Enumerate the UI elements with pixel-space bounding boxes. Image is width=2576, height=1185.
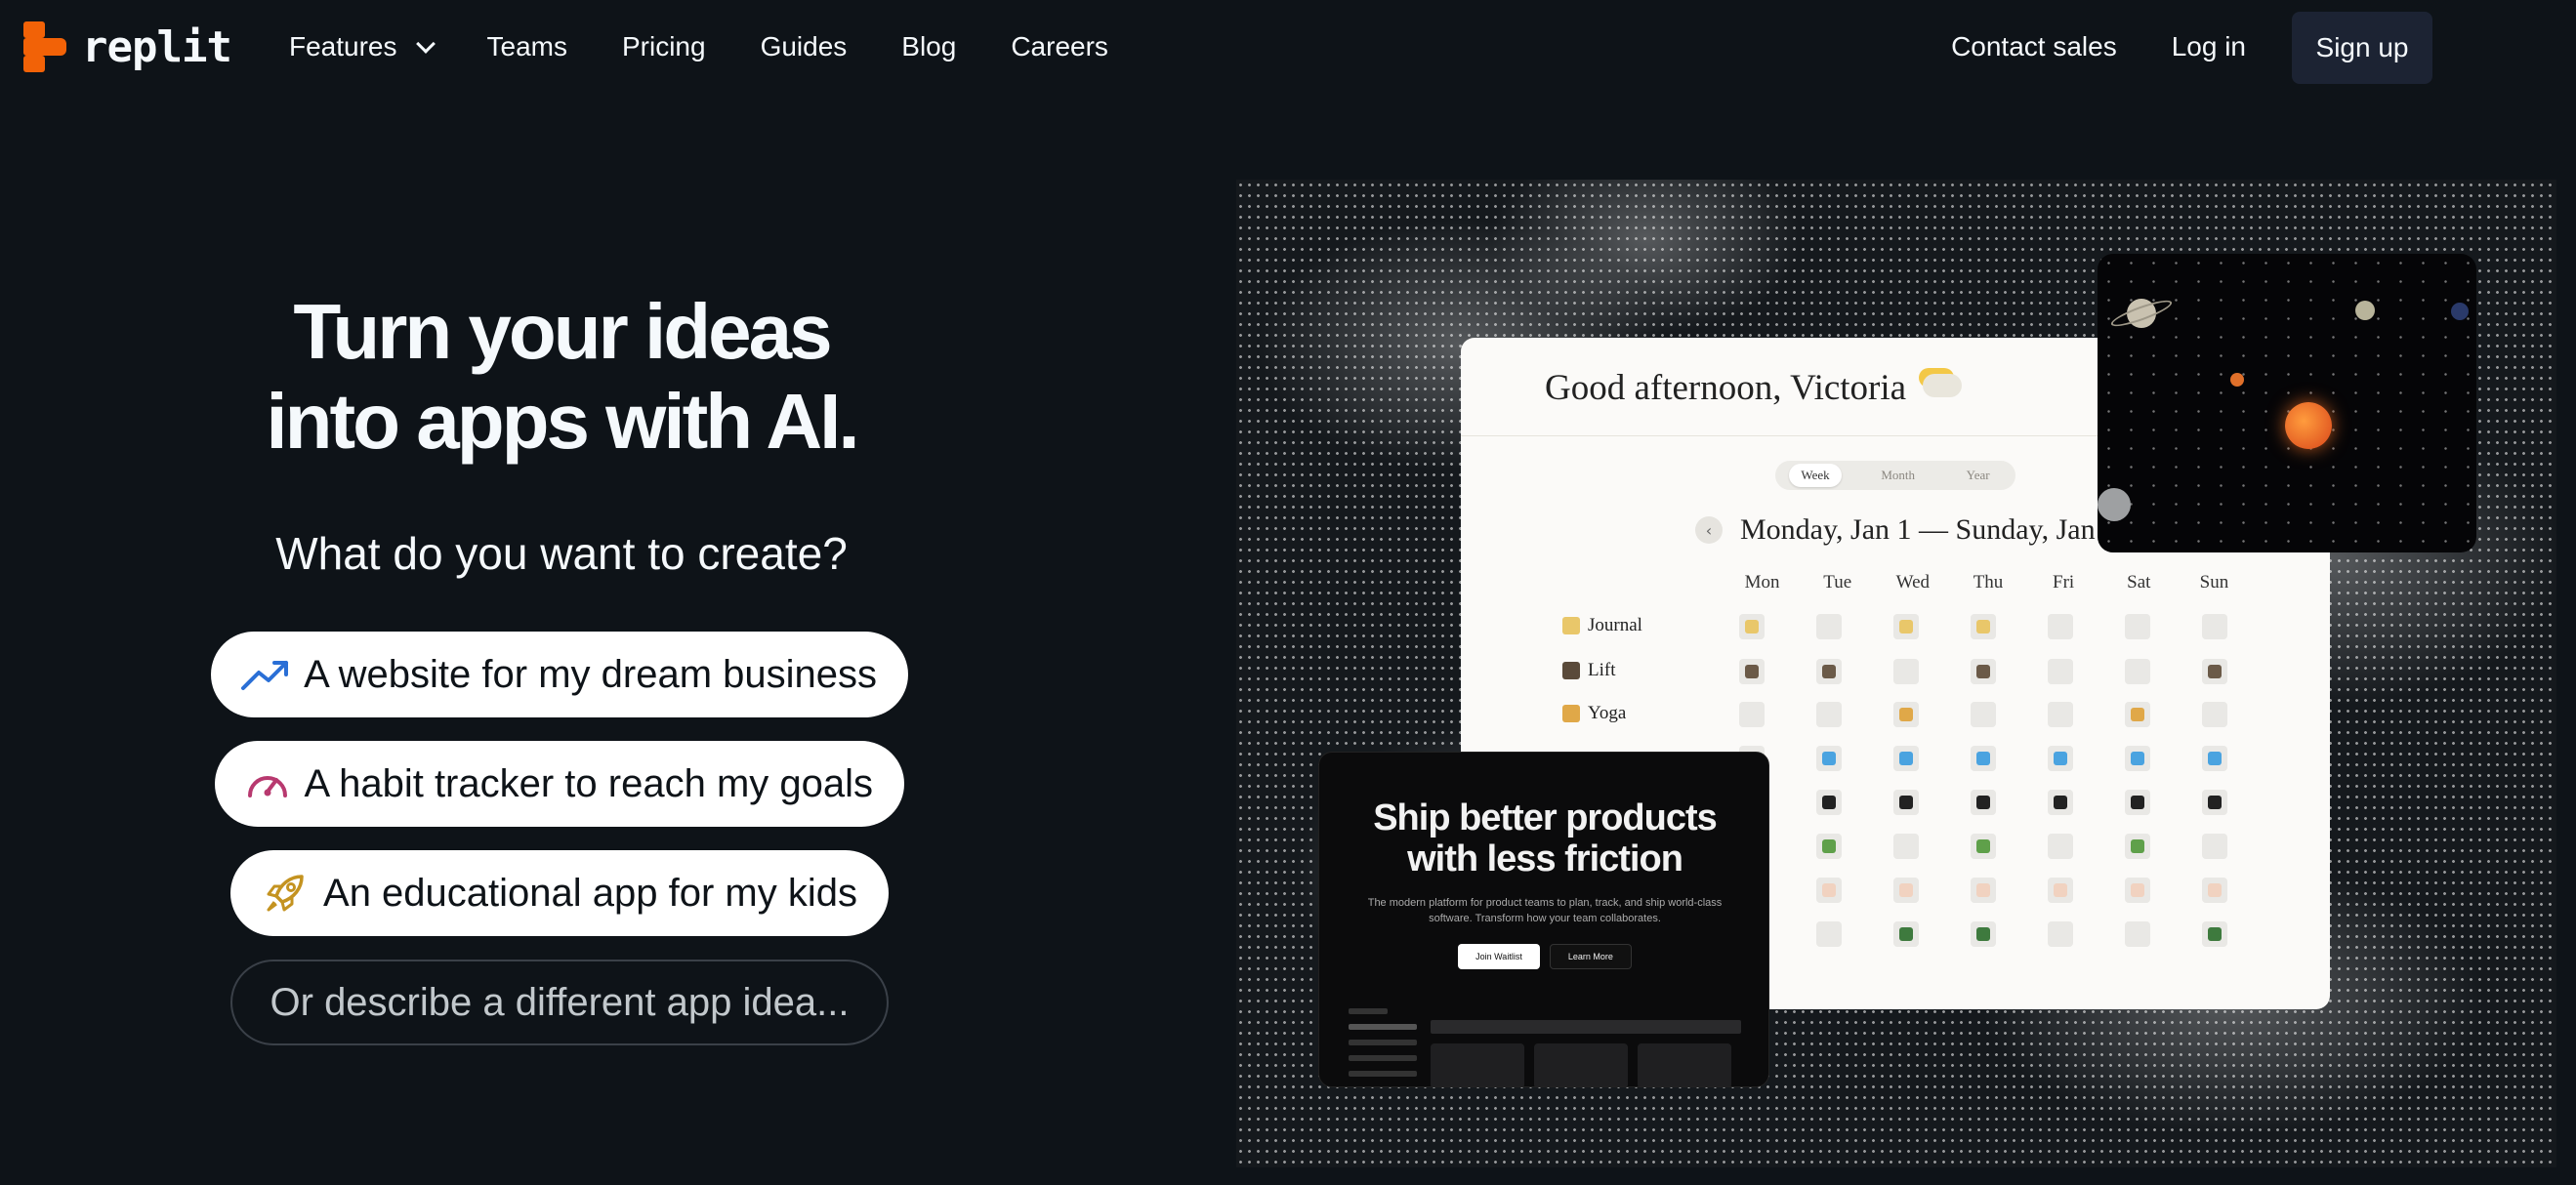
- trending-up-icon: [240, 649, 290, 700]
- solar-system-preview: [2098, 254, 2476, 552]
- day-wed: Wed: [1895, 572, 1931, 592]
- habit-journal: Journal: [1562, 611, 1642, 640]
- period-year: Year: [1966, 468, 1990, 482]
- gauge-icon: [244, 758, 291, 809]
- habit-water-cells: [1739, 746, 2279, 771]
- nav-blog[interactable]: Blog: [901, 31, 956, 62]
- day-sat: Sat: [2127, 572, 2151, 592]
- habit-dog-cells: [1739, 790, 2279, 815]
- nav-features-label: Features: [289, 31, 397, 61]
- suggestion-habit-tracker-label: A habit tracker to reach my goals: [304, 761, 874, 805]
- suggestion-educational-app-label: An educational app for my kids: [323, 871, 857, 915]
- habit-yoga: Yoga: [1562, 699, 1626, 728]
- ship-buttons: Join Waitlist Learn More: [1319, 944, 1768, 969]
- notebook-icon: [1562, 617, 1580, 634]
- day-mon: Mon: [1744, 572, 1780, 592]
- suggestion-habit-tracker[interactable]: A habit tracker to reach my goals: [215, 741, 904, 827]
- tracker-greeting: Good afternoon, Victoria: [1545, 367, 1963, 409]
- top-nav: replit Features Teams Pricing Guides Blo…: [0, 0, 2576, 94]
- habit-yoga-label: Yoga: [1588, 703, 1627, 723]
- period-month: Month: [1881, 468, 1915, 482]
- suggestion-website-label: A website for my dream business: [304, 652, 877, 696]
- moon: [2098, 488, 2131, 521]
- ship-description: The modern platform for product teams to…: [1367, 897, 1723, 924]
- signup-button[interactable]: Sign up: [2292, 12, 2432, 84]
- habit-candle-cells: [1739, 878, 2279, 903]
- period-toggle: Week Month Year: [1775, 461, 2015, 490]
- planet-mars: [2230, 373, 2244, 387]
- join-waitlist-button: Join Waitlist: [1458, 944, 1540, 969]
- date-range: ‹ Monday, Jan 1 — Sunday, Jan 7: [1695, 513, 2117, 547]
- sun: [2285, 402, 2332, 449]
- habit-journal-label: Journal: [1588, 615, 1642, 635]
- habit-lift-cells: [1739, 659, 2279, 684]
- habit-yoga-cells: [1739, 702, 2279, 727]
- date-range-text: Monday, Jan 1 — Sunday, Jan 7: [1740, 513, 2118, 546]
- nav-links: Features Teams Pricing Guides Blog Caree…: [289, 0, 1163, 94]
- nav-teams[interactable]: Teams: [487, 31, 567, 62]
- weather-cloud-icon: [1923, 374, 1963, 397]
- nav-pricing[interactable]: Pricing: [622, 31, 706, 62]
- day-sun: Sun: [2199, 572, 2229, 592]
- planet-venus: [2355, 301, 2375, 320]
- tracker-greeting-text: Good afternoon, Victoria: [1545, 368, 1907, 408]
- replit-logo-icon: [23, 21, 66, 72]
- contact-sales-link[interactable]: Contact sales: [1951, 31, 2117, 62]
- rocket-icon: [260, 868, 310, 919]
- planet-neptune: [2451, 303, 2469, 320]
- habit-lift-label: Lift: [1588, 660, 1616, 680]
- hero-subtitle: What do you want to create?: [275, 528, 848, 579]
- product-landing-preview: Ship better products with less friction …: [1318, 752, 1769, 1087]
- ship-title-line2: with less friction: [1407, 838, 1683, 879]
- day-fri: Fri: [2053, 572, 2075, 592]
- ship-title: Ship better products with less friction: [1319, 797, 1768, 879]
- brand-name: replit: [82, 21, 232, 72]
- yoga-icon: [1562, 705, 1580, 722]
- nav-guides[interactable]: Guides: [761, 31, 848, 62]
- describe-app-input[interactable]: Or describe a different app idea...: [230, 960, 889, 1045]
- hero-title-line2: into apps with AI.: [266, 378, 859, 465]
- suggestion-website[interactable]: A website for my dream business: [211, 632, 908, 717]
- dumbbell-icon: [1562, 662, 1580, 679]
- weekday-header: Mon Tue Wed Thu Fri Sat Sun: [1724, 572, 2252, 593]
- dashboard-mock: [1349, 1008, 1741, 1086]
- nav-features[interactable]: Features: [289, 31, 436, 62]
- day-thu: Thu: [1973, 572, 2004, 592]
- hero-title: Turn your ideas into apps with AI.: [0, 287, 1123, 467]
- period-week: Week: [1789, 464, 1842, 487]
- replit-logo[interactable]: replit: [23, 21, 232, 72]
- habit-plant-cells: [1739, 834, 2279, 859]
- nav-careers[interactable]: Careers: [1011, 31, 1108, 62]
- login-link[interactable]: Log in: [2172, 31, 2246, 62]
- learn-more-button: Learn More: [1549, 944, 1632, 969]
- hero-title-line1: Turn your ideas: [293, 288, 832, 375]
- habit-book-cells: [1739, 921, 2279, 947]
- ship-title-line1: Ship better products: [1373, 797, 1718, 838]
- nav-actions: Contact sales Log in: [1951, 0, 2246, 94]
- chevron-down-icon: [415, 34, 436, 54]
- suggestion-educational-app[interactable]: An educational app for my kids: [230, 850, 889, 936]
- habit-journal-cells: [1739, 614, 2279, 639]
- describe-app-placeholder: Or describe a different app idea...: [270, 980, 850, 1024]
- habit-lift: Lift: [1562, 656, 1616, 685]
- day-tue: Tue: [1823, 572, 1852, 592]
- chevron-left-icon: ‹: [1695, 516, 1723, 544]
